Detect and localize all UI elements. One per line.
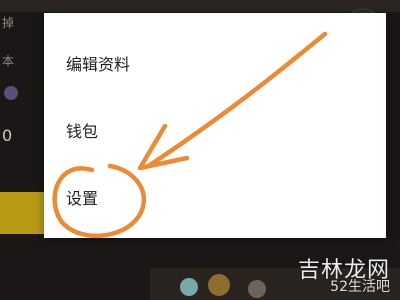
background-left-text: 掉 bbox=[2, 16, 15, 30]
background-left-text: 0 bbox=[2, 126, 13, 145]
dropdown-menu: 编辑资料 钱包 设置 bbox=[44, 13, 386, 238]
background-shape bbox=[248, 280, 266, 298]
background-shape bbox=[180, 278, 198, 296]
watermark-subtitle: 52生活吧 bbox=[330, 279, 390, 295]
background-highlight-block bbox=[0, 192, 44, 234]
background-dot bbox=[4, 86, 18, 100]
background-left-text: 本 bbox=[2, 54, 15, 68]
background-top-bar bbox=[0, 0, 400, 12]
menu-item-wallet[interactable]: 钱包 bbox=[66, 114, 104, 146]
menu-item-edit-profile[interactable]: 编辑资料 bbox=[66, 47, 136, 79]
menu-item-settings[interactable]: 设置 bbox=[66, 181, 104, 213]
background-shape bbox=[208, 274, 230, 296]
